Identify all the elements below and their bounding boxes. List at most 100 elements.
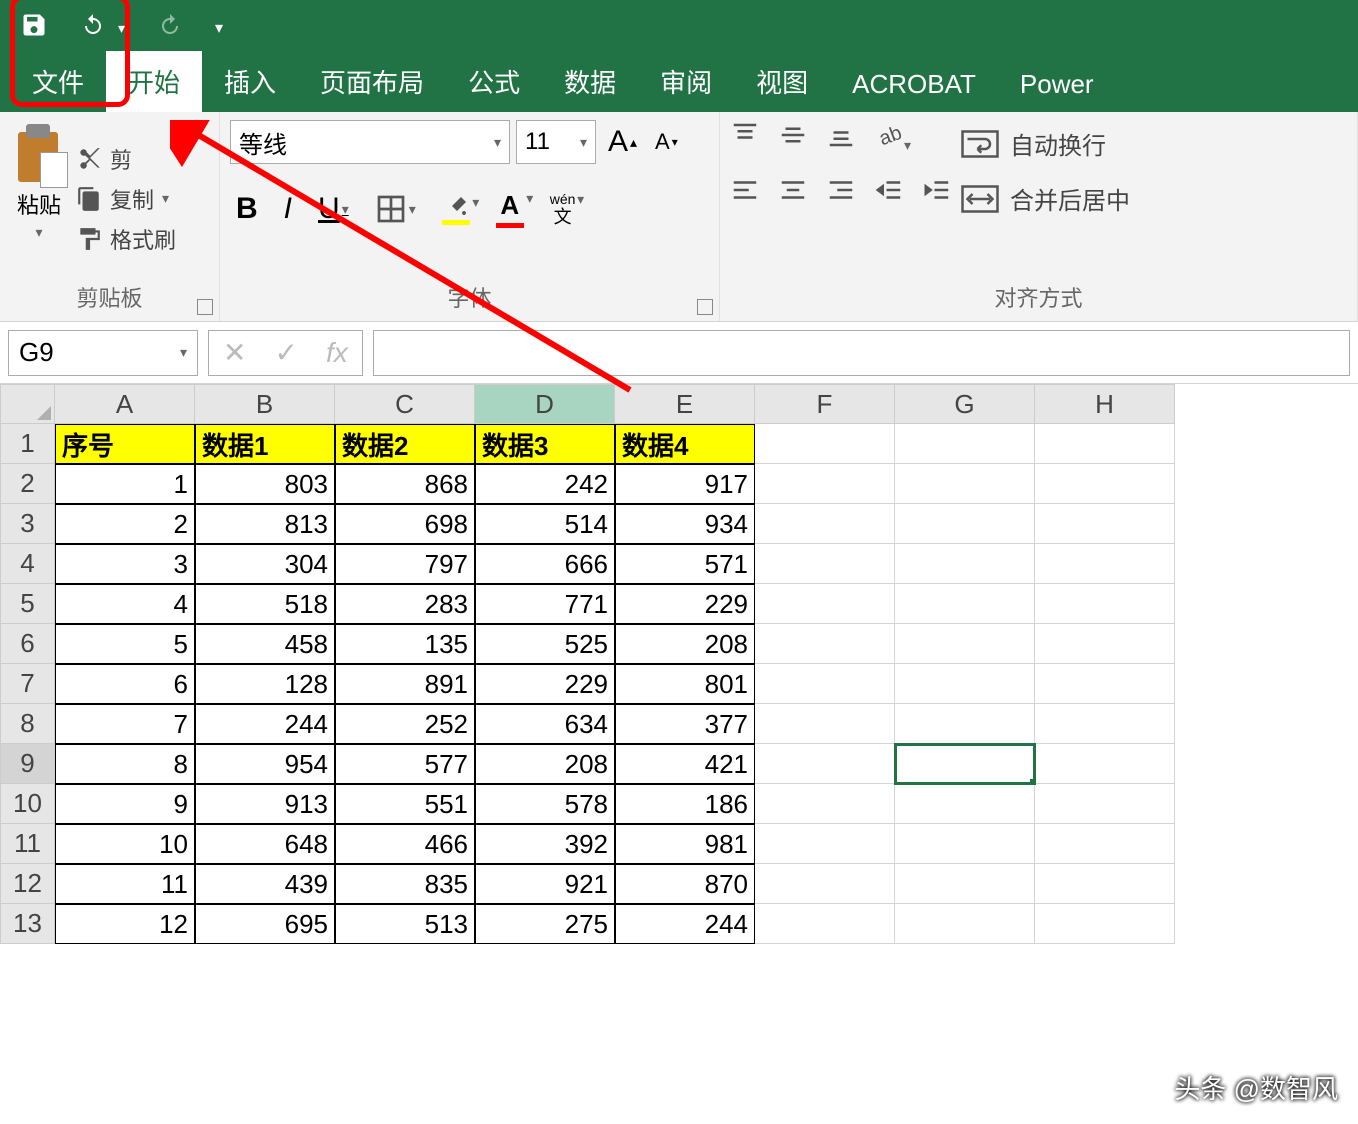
cell-D1[interactable]: 数据3 (475, 424, 615, 464)
cell-H8[interactable] (1035, 704, 1175, 744)
cell-B5[interactable]: 518 (195, 584, 335, 624)
select-all-corner[interactable] (0, 384, 55, 424)
cell-E4[interactable]: 571 (615, 544, 755, 584)
row-header-8[interactable]: 8 (0, 704, 55, 744)
cell-A11[interactable]: 10 (55, 824, 195, 864)
cut-button[interactable]: 剪 (76, 143, 176, 175)
cell-C6[interactable]: 135 (335, 624, 475, 664)
cell-A4[interactable]: 3 (55, 544, 195, 584)
cell-E12[interactable]: 870 (615, 864, 755, 904)
cell-B1[interactable]: 数据1 (195, 424, 335, 464)
tab-insert[interactable]: 插入 (202, 51, 298, 112)
tab-view[interactable]: 视图 (734, 51, 830, 112)
cell-E11[interactable]: 981 (615, 824, 755, 864)
cell-C11[interactable]: 466 (335, 824, 475, 864)
cell-D7[interactable]: 229 (475, 664, 615, 704)
cell-H1[interactable] (1035, 424, 1175, 464)
cell-B11[interactable]: 648 (195, 824, 335, 864)
row-header-2[interactable]: 2 (0, 464, 55, 504)
fill-color-button[interactable]: ▾ (436, 192, 476, 227)
cell-H12[interactable] (1035, 864, 1175, 904)
format-painter-button[interactable]: 格式刷 (76, 223, 176, 255)
cell-E13[interactable]: 244 (615, 904, 755, 944)
align-center-button[interactable] (778, 175, 808, 210)
cell-H7[interactable] (1035, 664, 1175, 704)
tab-acrobat[interactable]: ACROBAT (830, 57, 998, 112)
row-header-6[interactable]: 6 (0, 624, 55, 664)
cell-G2[interactable] (895, 464, 1035, 504)
cell-B3[interactable]: 813 (195, 504, 335, 544)
cell-D5[interactable]: 771 (475, 584, 615, 624)
cell-F4[interactable] (755, 544, 895, 584)
column-header-D[interactable]: D (475, 384, 615, 424)
cell-D12[interactable]: 921 (475, 864, 615, 904)
insert-function-icon[interactable]: fx (326, 337, 348, 369)
cell-E2[interactable]: 917 (615, 464, 755, 504)
cell-D8[interactable]: 634 (475, 704, 615, 744)
row-header-7[interactable]: 7 (0, 664, 55, 704)
font-dialog-launcher-icon[interactable] (697, 299, 713, 315)
align-left-button[interactable] (730, 175, 760, 210)
row-header-9[interactable]: 9 (0, 744, 55, 784)
save-icon[interactable] (20, 11, 48, 46)
cell-G13[interactable] (895, 904, 1035, 944)
cell-E7[interactable]: 801 (615, 664, 755, 704)
cell-G12[interactable] (895, 864, 1035, 904)
cell-H4[interactable] (1035, 544, 1175, 584)
cell-G8[interactable] (895, 704, 1035, 744)
cell-C10[interactable]: 551 (335, 784, 475, 824)
phonetic-button[interactable]: wén 文 ▾ (544, 190, 582, 228)
cell-E10[interactable]: 186 (615, 784, 755, 824)
decrease-indent-button[interactable] (874, 175, 904, 210)
paste-button[interactable]: 粘贴 ▾ (10, 120, 68, 277)
cell-C13[interactable]: 513 (335, 904, 475, 944)
undo-icon[interactable] (78, 13, 108, 44)
cell-G3[interactable] (895, 504, 1035, 544)
cell-C12[interactable]: 835 (335, 864, 475, 904)
cell-C5[interactable]: 283 (335, 584, 475, 624)
cell-D9[interactable]: 208 (475, 744, 615, 784)
cell-C1[interactable]: 数据2 (335, 424, 475, 464)
cell-A13[interactable]: 12 (55, 904, 195, 944)
cell-F11[interactable] (755, 824, 895, 864)
cell-F6[interactable] (755, 624, 895, 664)
customize-qat-icon[interactable]: ▾ (215, 18, 223, 38)
cell-C2[interactable]: 868 (335, 464, 475, 504)
font-color-button[interactable]: A ▾ (490, 188, 530, 230)
align-top-button[interactable] (730, 120, 760, 155)
cell-A2[interactable]: 1 (55, 464, 195, 504)
cell-C7[interactable]: 891 (335, 664, 475, 704)
row-header-1[interactable]: 1 (0, 424, 55, 464)
merge-center-button[interactable]: 合并后居中 (960, 181, 1130, 216)
cell-E5[interactable]: 229 (615, 584, 755, 624)
accept-formula-icon[interactable]: ✓ (274, 336, 297, 369)
cell-E3[interactable]: 934 (615, 504, 755, 544)
cell-B7[interactable]: 128 (195, 664, 335, 704)
cell-A7[interactable]: 6 (55, 664, 195, 704)
row-header-13[interactable]: 13 (0, 904, 55, 944)
row-header-5[interactable]: 5 (0, 584, 55, 624)
column-header-F[interactable]: F (755, 384, 895, 424)
font-name-select[interactable]: 等线 ▾ (230, 120, 510, 164)
cell-H11[interactable] (1035, 824, 1175, 864)
tab-data[interactable]: 数据 (542, 51, 638, 112)
cell-F13[interactable] (755, 904, 895, 944)
column-header-A[interactable]: A (55, 384, 195, 424)
cell-A6[interactable]: 5 (55, 624, 195, 664)
cell-G4[interactable] (895, 544, 1035, 584)
cell-F3[interactable] (755, 504, 895, 544)
cell-D6[interactable]: 525 (475, 624, 615, 664)
cell-H10[interactable] (1035, 784, 1175, 824)
name-box-dropdown-icon[interactable]: ▾ (180, 344, 187, 361)
italic-button[interactable]: I (278, 190, 298, 228)
cell-B8[interactable]: 244 (195, 704, 335, 744)
name-box[interactable]: G9 ▾ (8, 330, 198, 376)
cell-E9[interactable]: 421 (615, 744, 755, 784)
column-header-C[interactable]: C (335, 384, 475, 424)
tab-review[interactable]: 审阅 (638, 51, 734, 112)
cell-B4[interactable]: 304 (195, 544, 335, 584)
cell-F5[interactable] (755, 584, 895, 624)
cell-G9[interactable] (895, 744, 1035, 784)
bold-button[interactable]: B (230, 190, 264, 228)
grow-font-button[interactable]: A▴ (602, 123, 643, 161)
